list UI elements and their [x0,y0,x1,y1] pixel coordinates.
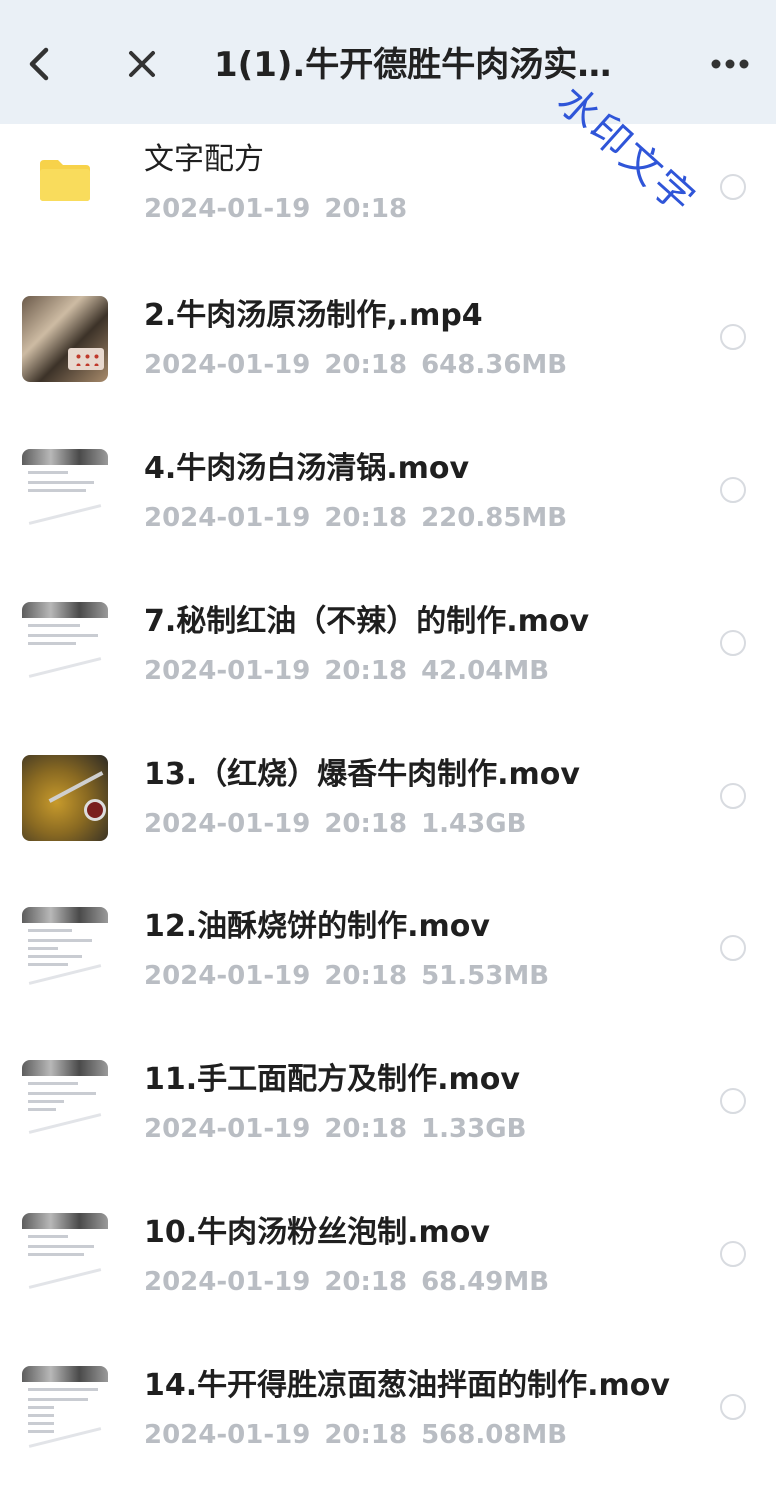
close-icon [129,51,155,77]
file-size: 1.43GB [421,809,527,839]
file-name: 12.油酥烧饼的制作.mov [144,909,490,944]
video-thumbnail [22,602,108,688]
list-item-file[interactable]: 12.油酥烧饼的制作.mov 2024-01-19 20:18 51.53MB [0,887,776,1039]
page-title: 1(1).牛开德胜牛肉汤实体... [214,45,624,85]
file-meta: 2024-01-19 20:18 1.43GB [144,807,540,841]
file-name: 10.牛肉汤粉丝泡制.mov [144,1215,490,1250]
file-meta: 2024-01-19 20:18 [144,192,421,226]
list-item-file[interactable]: 7.秘制红油（不辣）的制作.mov 2024-01-19 20:18 42.04MB [0,582,776,734]
file-browser-screen: 1(1).牛开德胜牛肉汤实体... 水印文字 文字配方 2024-01-19 20… [0,0,776,1508]
close-button[interactable] [112,34,172,94]
more-horizontal-icon [711,59,749,69]
list-item-file[interactable]: 11.手工面配方及制作.mov 2024-01-19 20:18 1.33GB [0,1040,776,1192]
select-radio[interactable] [720,630,746,656]
file-meta: 2024-01-19 20:18 648.36MB [144,348,581,382]
chevron-left-icon [29,47,49,81]
file-size: 51.53MB [421,961,550,991]
file-time: 20:18 [324,1114,408,1144]
file-size: 1.33GB [421,1114,527,1144]
select-radio[interactable] [720,783,746,809]
video-thumbnail [22,449,108,535]
file-meta: 2024-01-19 20:18 220.85MB [144,501,581,535]
file-size: 220.85MB [421,503,568,533]
file-meta: 2024-01-19 20:18 42.04MB [144,654,563,688]
file-time: 20:18 [324,809,408,839]
video-thumbnail [22,755,108,841]
file-date: 2024-01-19 [144,961,311,991]
file-size: 568.08MB [421,1420,568,1450]
file-name: 4.牛肉汤白汤清锅.mov [144,451,470,486]
file-meta: 2024-01-19 20:18 68.49MB [144,1265,563,1299]
video-thumbnail [22,907,108,993]
file-name: 13.（红烧）爆香牛肉制作.mov [144,757,580,792]
file-time: 20:18 [324,350,408,380]
file-date: 2024-01-19 [144,656,311,686]
file-size: 648.36MB [421,350,568,380]
top-bar: 1(1).牛开德胜牛肉汤实体... [0,0,776,124]
file-name: 14.牛开得胜凉面葱油拌面的制作.mov [144,1368,670,1403]
file-size: 42.04MB [421,656,550,686]
file-date: 2024-01-19 [144,809,311,839]
list-item-file[interactable]: 2.牛肉汤原汤制作,.mp4 2024-01-19 20:18 648.36MB [0,276,776,428]
file-date: 2024-01-19 [144,1114,311,1144]
file-time: 20:18 [324,194,408,224]
back-button[interactable] [10,34,70,94]
file-name: 7.秘制红油（不辣）的制作.mov [144,604,590,639]
video-thumbnail [22,296,108,382]
list-item-file[interactable]: 4.牛肉汤白汤清锅.mov 2024-01-19 20:18 220.85MB [0,429,776,581]
file-date: 2024-01-19 [144,1267,311,1297]
file-name: 2.牛肉汤原汤制作,.mp4 [144,298,483,333]
select-radio[interactable] [720,935,746,961]
file-size: 68.49MB [421,1267,550,1297]
select-radio[interactable] [720,174,746,200]
file-time: 20:18 [324,961,408,991]
file-date: 2024-01-19 [144,1420,311,1450]
file-time: 20:18 [324,1267,408,1297]
file-time: 20:18 [324,1420,408,1450]
select-radio[interactable] [720,1394,746,1420]
list-item-file[interactable]: 14.牛开得胜凉面葱油拌面的制作.mov 2024-01-19 20:18 568.… [0,1346,776,1498]
list-item-file[interactable]: 10.牛肉汤粉丝泡制.mov 2024-01-19 20:18 68.49MB [0,1193,776,1345]
video-thumbnail [22,1213,108,1299]
select-radio[interactable] [720,1088,746,1114]
video-thumbnail [22,1366,108,1452]
more-button[interactable] [700,34,760,94]
file-date: 2024-01-19 [144,503,311,533]
select-radio[interactable] [720,324,746,350]
file-time: 20:18 [324,656,408,686]
video-thumbnail [22,1060,108,1146]
select-radio[interactable] [720,477,746,503]
select-radio[interactable] [720,1241,746,1267]
file-meta: 2024-01-19 20:18 568.08MB [144,1418,581,1452]
file-date: 2024-01-19 [144,194,311,224]
list-item-file[interactable]: 13.（红烧）爆香牛肉制作.mov 2024-01-19 20:18 1.43GB [0,735,776,887]
file-meta: 2024-01-19 20:18 1.33GB [144,1112,540,1146]
file-date: 2024-01-19 [144,350,311,380]
folder-icon [40,160,90,201]
file-meta: 2024-01-19 20:18 51.53MB [144,959,563,993]
file-time: 20:18 [324,503,408,533]
file-name: 11.手工面配方及制作.mov [144,1062,520,1097]
